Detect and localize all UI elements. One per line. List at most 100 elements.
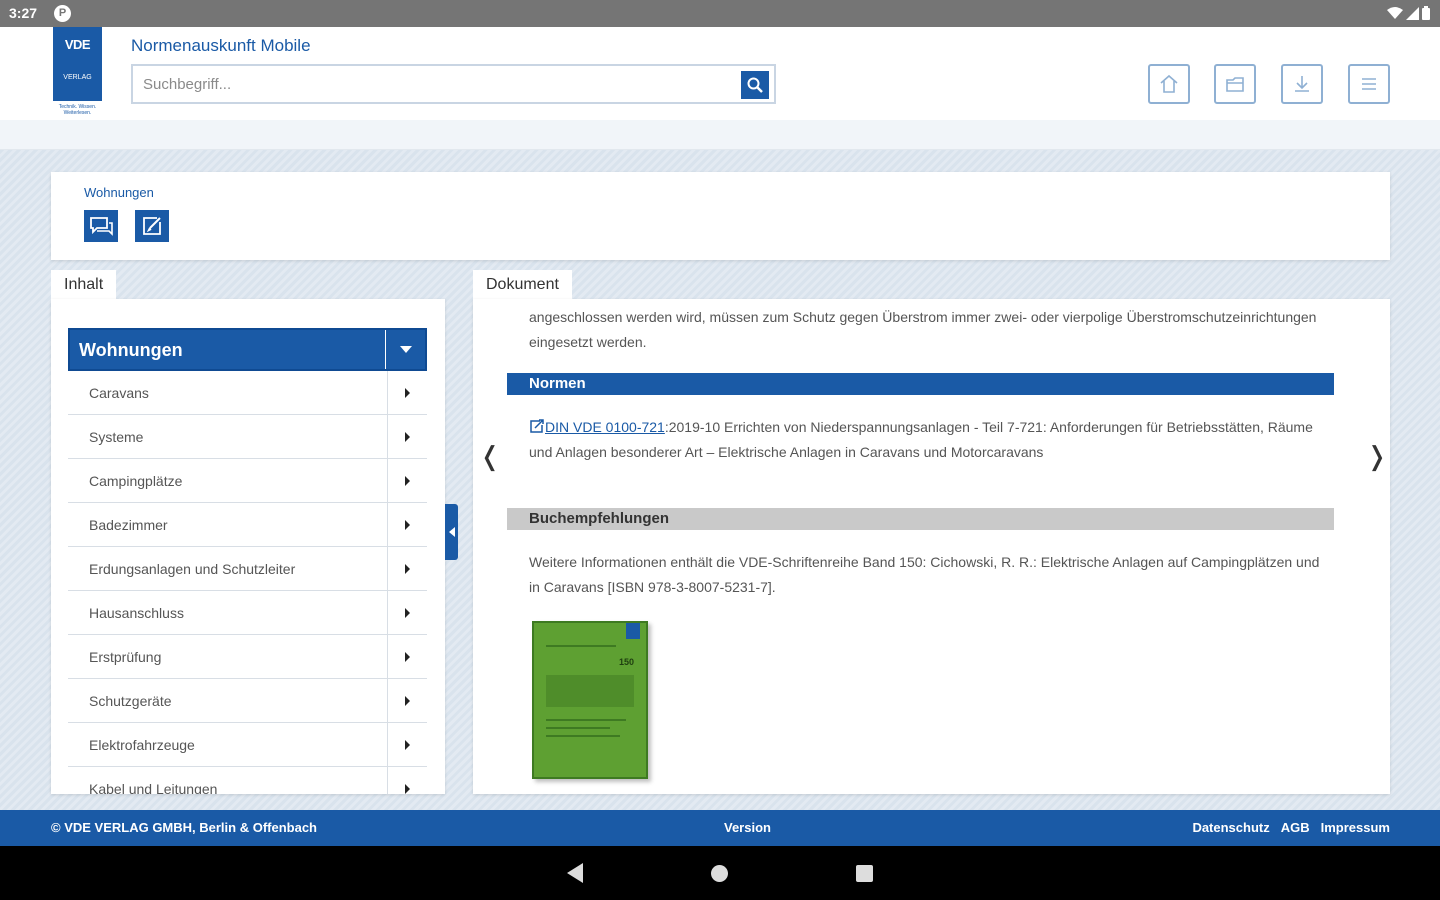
system-icons <box>1387 6 1430 20</box>
battery-icon <box>1422 6 1430 20</box>
app-footer: © VDE VERLAG GMBH, Berlin & Offenbach Ve… <box>0 810 1440 846</box>
caret-right-icon[interactable] <box>387 635 427 678</box>
tab-inhalt[interactable]: Inhalt <box>51 270 117 300</box>
external-link-icon <box>530 419 544 433</box>
folder-icon <box>1226 77 1244 92</box>
logo-tagline: Technik. Wissen. Weiterlesen. <box>53 101 102 118</box>
download-button[interactable] <box>1281 64 1323 104</box>
normen-heading: Normen <box>507 373 1334 395</box>
system-nav-bar <box>0 846 1440 900</box>
nav-collapse-toggle[interactable] <box>385 330 425 369</box>
book-line <box>546 645 616 647</box>
norm-link[interactable]: DIN VDE 0100-721 <box>545 419 665 435</box>
footer-copyright: © VDE VERLAG GMBH, Berlin & Offenbach <box>51 820 317 835</box>
caret-right-icon[interactable] <box>387 679 427 722</box>
tab-dokument[interactable]: Dokument <box>473 270 572 300</box>
footer-link-datenschutz[interactable]: Datenschutz <box>1192 820 1269 835</box>
nav-item-erdungsanlagen[interactable]: Erdungsanlagen und Schutzleiter <box>68 547 427 591</box>
nav-item-label: Systeme <box>89 429 144 445</box>
nav-item-label: Kabel und Leitungen <box>89 781 218 794</box>
caret-down-icon <box>399 345 412 353</box>
footer-link-agb[interactable]: AGB <box>1281 820 1310 835</box>
breadcrumb[interactable]: Wohnungen <box>84 185 154 200</box>
book-line <box>546 727 610 729</box>
status-bar: 3:27 P <box>0 0 1440 27</box>
panel-collapse-handle[interactable] <box>445 504 458 560</box>
status-time: 3:27 <box>9 5 38 21</box>
nav-item-label: Erstprüfung <box>89 649 162 665</box>
folder-button[interactable] <box>1214 64 1256 104</box>
nav-item-label: Campingplätze <box>89 473 183 489</box>
nav-item-label: Elektrofahrzeuge <box>89 737 195 753</box>
caret-right-icon[interactable] <box>387 547 427 590</box>
download-icon <box>1295 76 1309 92</box>
edit-button[interactable] <box>135 210 169 242</box>
caret-right-icon[interactable] <box>387 723 427 766</box>
document-intro-text: angeschlossen werden wird, müssen zum Sc… <box>529 309 1317 350</box>
search-icon <box>747 77 763 93</box>
caret-left-icon <box>448 527 455 537</box>
recents-button-icon[interactable] <box>856 865 873 882</box>
book-cover-corner <box>626 623 640 639</box>
caret-right-icon[interactable] <box>387 415 427 458</box>
header-subband <box>0 120 1440 150</box>
caret-right-icon[interactable] <box>387 767 427 794</box>
footer-version-link[interactable]: Version <box>724 820 771 835</box>
nav-item-caravans[interactable]: Caravans <box>68 371 427 415</box>
notification-icon: P <box>54 5 71 22</box>
previous-page-button[interactable]: ❬ <box>479 442 501 472</box>
book-recommendation-text: Weitere Informationen enthält die VDE-Sc… <box>529 554 1320 595</box>
logo-line2: VERLAG <box>63 74 92 81</box>
menu-icon <box>1362 78 1376 90</box>
app-title: Normenauskunft Mobile <box>131 36 311 55</box>
nav-item-label: Hausanschluss <box>89 605 184 621</box>
book-line <box>546 719 626 721</box>
nav-item-elektrofahrzeuge[interactable]: Elektrofahrzeuge <box>68 723 427 767</box>
back-button-icon[interactable] <box>567 863 583 883</box>
norm-entry: DIN VDE 0100-721:2019-10 Errichten von N… <box>529 415 1329 465</box>
app-header: VDE VERLAG Technik. Wissen. Weiterlesen.… <box>0 27 1440 120</box>
footer-links: Datenschutz AGB Impressum <box>1192 820 1390 835</box>
footer-link-impressum[interactable]: Impressum <box>1321 820 1390 835</box>
nav-item-campingplaetze[interactable]: Campingplätze <box>68 459 427 503</box>
nav-selected-item[interactable]: Wohnungen <box>68 328 427 371</box>
nav-item-label: Erdungsanlagen und Schutzleiter <box>89 561 296 577</box>
edit-icon <box>143 217 161 235</box>
signal-icon <box>1406 6 1419 20</box>
caret-right-icon[interactable] <box>387 503 427 546</box>
book-title-band <box>546 675 634 707</box>
document-panel: angeschlossen werden wird, müssen zum Sc… <box>473 299 1390 794</box>
menu-button[interactable] <box>1348 64 1390 104</box>
book-line <box>546 735 620 737</box>
nav-item-schutzgeraete[interactable]: Schutzgeräte <box>68 679 427 723</box>
nav-item-erstpruefung[interactable]: Erstprüfung <box>68 635 427 679</box>
home-icon <box>1160 74 1178 93</box>
comment-button[interactable] <box>84 210 118 242</box>
nav-item-label: Badezimmer <box>89 517 168 533</box>
chat-icon <box>90 217 113 236</box>
wifi-icon <box>1387 6 1403 19</box>
search-input[interactable] <box>143 73 733 95</box>
nav-item-systeme[interactable]: Systeme <box>68 415 427 459</box>
caret-right-icon[interactable] <box>387 371 427 414</box>
search-button[interactable] <box>741 71 769 99</box>
vde-logo[interactable]: VDE VERLAG Technik. Wissen. Weiterlesen. <box>53 27 102 118</box>
nav-item-kabel[interactable]: Kabel und Leitungen <box>68 767 427 794</box>
nav-item-label: Caravans <box>89 385 149 401</box>
next-page-button[interactable]: ❭ <box>1366 442 1388 472</box>
home-button[interactable] <box>1148 64 1190 104</box>
caret-right-icon[interactable] <box>387 591 427 634</box>
nav-item-hausanschluss[interactable]: Hausanschluss <box>68 591 427 635</box>
nav-list: Caravans Systeme Campingplätze Badezimme… <box>68 371 427 794</box>
logo-line1: VDE <box>64 37 91 52</box>
nav-selected-label: Wohnungen <box>79 340 183 360</box>
nav-item-label: Schutzgeräte <box>89 693 172 709</box>
home-button-icon[interactable] <box>711 865 728 882</box>
breadcrumb-card: Wohnungen <box>51 172 1390 260</box>
search-box <box>131 64 776 104</box>
content-nav-panel: Wohnungen Caravans Systeme Campingplätze… <box>51 299 445 794</box>
caret-right-icon[interactable] <box>387 459 427 502</box>
buchempfehlungen-heading: Buchempfehlungen <box>507 508 1334 530</box>
nav-item-badezimmer[interactable]: Badezimmer <box>68 503 427 547</box>
book-cover-image[interactable]: 150 <box>532 621 648 779</box>
